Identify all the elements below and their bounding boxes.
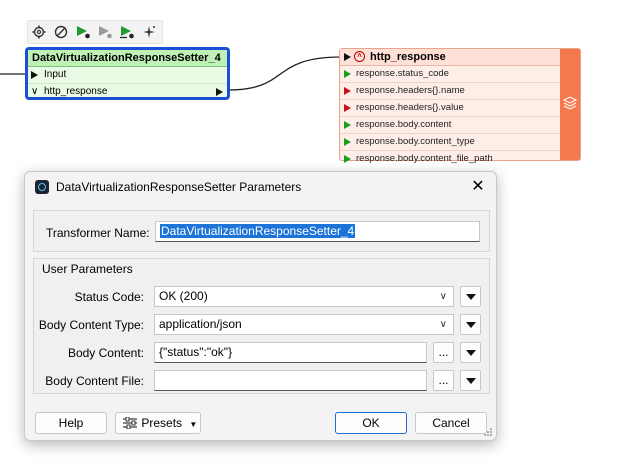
attribute-status-icon <box>344 155 351 163</box>
output-connection <box>227 56 342 91</box>
layers-icon <box>562 96 578 110</box>
presets-label: Presets <box>141 416 183 430</box>
feature-type-title-row: ^ http_response <box>340 49 580 66</box>
output-port-arrow-icon[interactable] <box>216 88 223 96</box>
gear-icon[interactable] <box>28 21 50 43</box>
body-content-input[interactable]: {"status":"ok"} <box>154 342 427 363</box>
chevron-down-icon[interactable]: ∨ <box>31 84 38 100</box>
body-content-file-ellipsis-button[interactable]: ... <box>433 370 454 391</box>
transformer-name-label: Transformer Name: <box>46 226 150 240</box>
input-port-arrow-icon[interactable] <box>31 71 38 79</box>
presets-button[interactable]: Presets ▼ <box>115 412 201 434</box>
attribute-status-icon <box>344 104 351 112</box>
body-content-file-input[interactable] <box>154 370 427 391</box>
attribute-status-icon <box>344 87 351 95</box>
sliders-icon <box>123 416 137 430</box>
transformer-node[interactable]: DataVirtualizationResponseSetter_4 Input… <box>25 47 230 100</box>
quick-add-icon[interactable] <box>138 21 160 43</box>
attribute-row[interactable]: response.body.content_file_path <box>340 151 562 167</box>
resize-grip-icon[interactable] <box>483 427 493 437</box>
transformer-name-input[interactable]: DataVirtualizationResponseSetter_4 <box>155 221 480 242</box>
chevron-down-icon: ▼ <box>189 420 198 429</box>
collapse-circle-icon[interactable]: ^ <box>354 51 365 62</box>
output-port-row[interactable]: ∨ http_response <box>28 84 227 100</box>
attribute-status-icon <box>344 121 351 129</box>
transformer-node-title: DataVirtualizationResponseSetter_4 <box>28 50 227 67</box>
body-content-file-label: Body Content File: <box>45 374 144 388</box>
close-icon[interactable]: ✕ <box>468 177 488 197</box>
body-content-type-menu-button[interactable] <box>460 314 481 335</box>
output-port-label: http_response <box>44 86 108 97</box>
status-code-menu-button[interactable] <box>460 286 481 307</box>
user-parameters-heading: User Parameters <box>42 262 133 276</box>
help-button[interactable]: Help <box>35 412 107 434</box>
ok-button[interactable]: OK <box>335 412 407 434</box>
cancel-button[interactable]: Cancel <box>415 412 487 434</box>
fme-logo-icon <box>35 180 49 194</box>
dialog-titlebar[interactable]: DataVirtualizationResponseSetter Paramet… <box>25 172 496 202</box>
attribute-row[interactable]: response.body.content <box>340 117 562 134</box>
chevron-down-icon: ∨ <box>439 319 447 330</box>
body-content-menu-button[interactable] <box>460 342 481 363</box>
run-just-this-icon[interactable] <box>94 21 116 43</box>
attribute-status-icon <box>344 70 351 78</box>
feature-type-input-arrow-icon[interactable] <box>344 53 351 61</box>
attribute-name: response.body.content_type <box>356 136 475 147</box>
node-toolbar <box>27 20 163 44</box>
user-parameters-panel: User Parameters Status Code: OK (200) ∨ … <box>33 258 490 394</box>
attribute-name: response.status_code <box>356 68 449 79</box>
body-content-ellipsis-button[interactable]: ... <box>433 342 454 363</box>
parameters-dialog: DataVirtualizationResponseSetter Paramet… <box>24 171 497 441</box>
feature-type-side-bar <box>560 49 580 160</box>
run-from-this-icon[interactable] <box>116 21 138 43</box>
attribute-row[interactable]: response.headers{}.value <box>340 100 562 117</box>
attribute-name: response.headers{}.value <box>356 102 464 113</box>
status-code-select[interactable]: OK (200) ∨ <box>154 286 454 307</box>
input-port-row[interactable]: Input <box>28 67 227 84</box>
attribute-name: response.body.content_file_path <box>356 153 493 164</box>
disable-icon[interactable] <box>50 21 72 43</box>
feature-type-node[interactable]: ^ http_response response.status_code res… <box>339 48 581 164</box>
input-port-label: Input <box>44 69 67 80</box>
status-code-label: Status Code: <box>74 290 144 304</box>
dialog-title: DataVirtualizationResponseSetter Paramet… <box>56 180 302 194</box>
feature-type-title: http_response <box>370 51 446 63</box>
attribute-name: response.body.content <box>356 119 452 130</box>
body-content-type-label: Body Content Type: <box>38 318 144 332</box>
body-content-label: Body Content: <box>67 346 144 360</box>
attribute-name: response.headers{}.name <box>356 85 465 96</box>
run-to-this-icon[interactable] <box>72 21 94 43</box>
chevron-down-icon: ∨ <box>439 291 447 302</box>
body-content-file-menu-button[interactable] <box>460 370 481 391</box>
body-content-type-select[interactable]: application/json ∨ <box>154 314 454 335</box>
attribute-row[interactable]: response.status_code <box>340 66 562 83</box>
attribute-row[interactable]: response.body.content_type <box>340 134 562 151</box>
transformer-name-panel: Transformer Name: DataVirtualizationResp… <box>33 210 490 252</box>
attribute-status-icon <box>344 138 351 146</box>
attribute-row[interactable]: response.headers{}.name <box>340 83 562 100</box>
